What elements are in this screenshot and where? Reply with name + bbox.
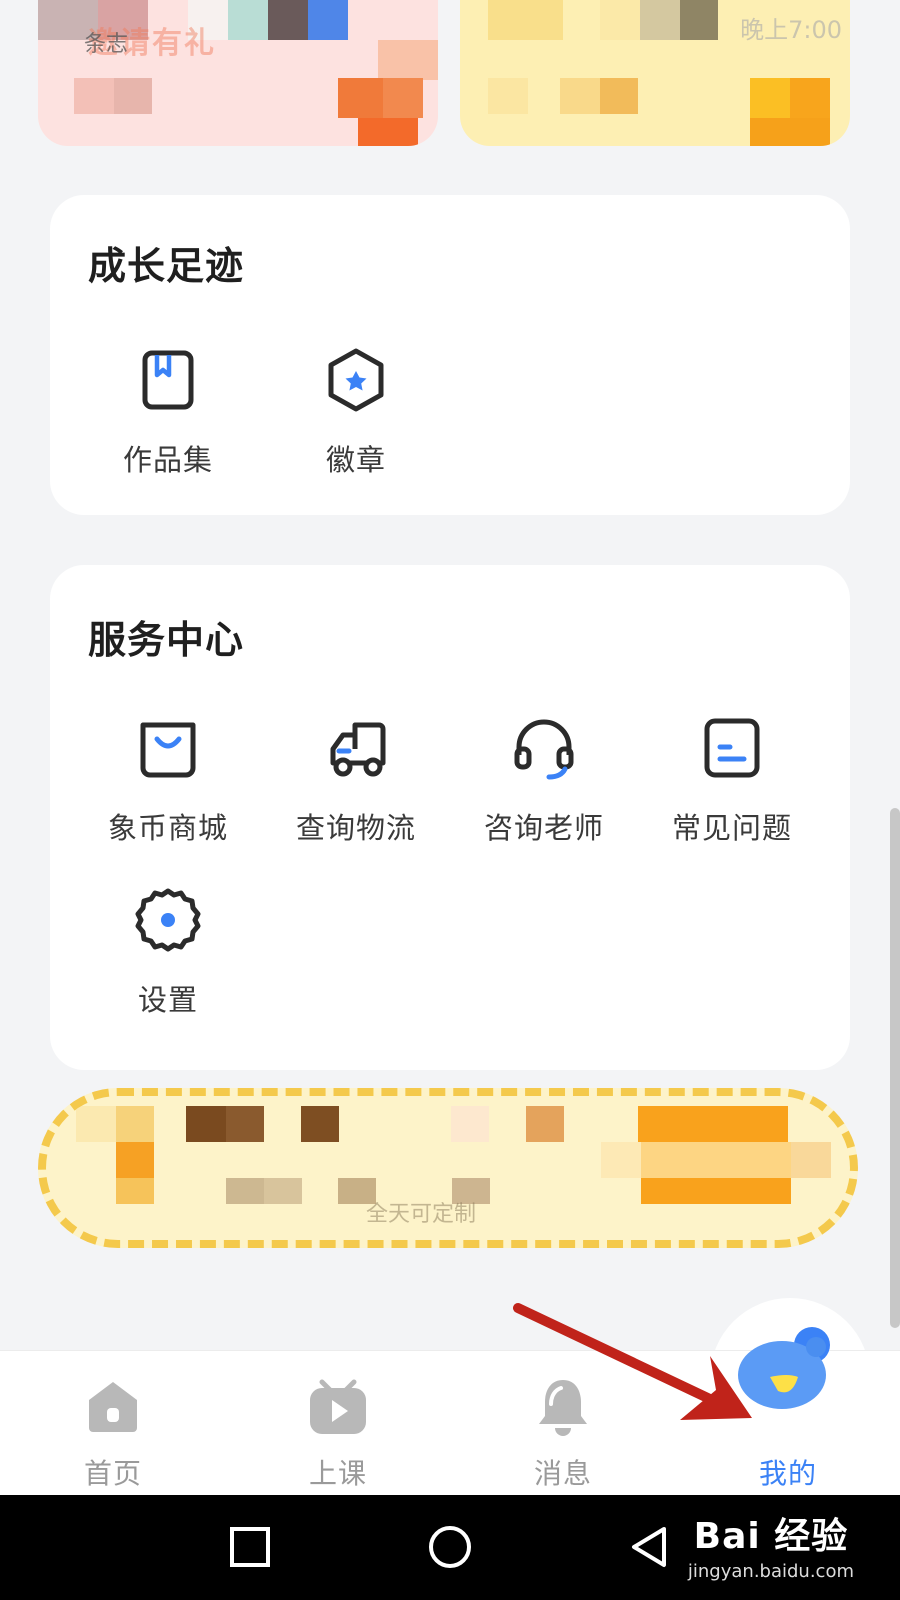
recent-apps-icon[interactable] bbox=[220, 1517, 280, 1577]
growth-card: 成长足迹 作品集 徽章 bbox=[50, 195, 850, 515]
bell-icon bbox=[539, 1380, 587, 1436]
tab-mine-label: 我的 bbox=[758, 1457, 817, 1490]
badge-label: 徽章 bbox=[325, 443, 386, 477]
faq-entry[interactable]: 常见问题 bbox=[638, 713, 826, 863]
service-card-title: 服务中心 bbox=[88, 618, 245, 662]
tab-class-label: 上课 bbox=[308, 1457, 367, 1490]
mascot-icon bbox=[738, 1327, 830, 1409]
home-icon bbox=[89, 1382, 137, 1432]
portfolio-entry[interactable]: 作品集 bbox=[74, 345, 262, 495]
watermark-sub: jingyan.baidu.com bbox=[687, 1561, 854, 1582]
consult-teacher-entry[interactable]: 咨询老师 bbox=[450, 713, 638, 863]
promo-top-banner-time: 晚上7:00 bbox=[740, 16, 842, 44]
tab-messages-label: 消息 bbox=[533, 1457, 592, 1490]
coin-mall-entry[interactable]: 象币商城 bbox=[74, 713, 262, 863]
baidu-jingyan-watermark: Bai 经验 jingyan.baidu.com bbox=[688, 1507, 854, 1582]
logistics-label: 查询物流 bbox=[295, 811, 416, 845]
faq-label: 常见问题 bbox=[671, 811, 792, 845]
coin-mall-label: 象币商城 bbox=[107, 811, 228, 845]
home-circle-icon[interactable] bbox=[420, 1517, 480, 1577]
badge-entry[interactable]: 徽章 bbox=[262, 345, 450, 495]
system-nav-bar: Bai 经验 jingyan.baidu.com bbox=[0, 1495, 900, 1600]
tab-home-label: 首页 bbox=[83, 1457, 142, 1490]
promo-top-banner[interactable]: 晚上7:00 bbox=[460, 0, 850, 146]
headset-icon bbox=[514, 719, 574, 780]
class-play-icon bbox=[310, 1379, 366, 1434]
portfolio-icon bbox=[142, 350, 194, 410]
tab-messages[interactable]: 消息 bbox=[478, 1362, 648, 1492]
watermark-main: Bai 经验 bbox=[693, 1516, 849, 1557]
promo-banner-text: 全天可定制 bbox=[366, 1202, 477, 1227]
settings-entry[interactable]: 设置 bbox=[74, 885, 262, 1035]
tab-home[interactable]: 首页 bbox=[28, 1362, 198, 1492]
badge-icon bbox=[328, 348, 384, 412]
logistics-entry[interactable]: 查询物流 bbox=[262, 713, 450, 863]
service-card: 服务中心 象币商城 查询物流 咨询老师 常见问题 设置 bbox=[50, 565, 850, 1070]
faq-document-icon bbox=[704, 718, 760, 778]
delivery-truck-icon bbox=[330, 722, 386, 777]
settings-gear-icon bbox=[135, 888, 201, 952]
scrollbar[interactable] bbox=[890, 808, 900, 1328]
growth-card-title: 成长足迹 bbox=[88, 244, 245, 288]
portfolio-label: 作品集 bbox=[122, 443, 213, 477]
invite-banner[interactable]: 邀请有礼 条志 bbox=[38, 0, 438, 146]
consult-teacher-label: 咨询老师 bbox=[483, 811, 604, 845]
shopping-bag-icon bbox=[140, 722, 196, 778]
tab-class[interactable]: 上课 bbox=[253, 1362, 423, 1492]
invite-banner-label: 条志 bbox=[84, 32, 129, 57]
promo-banner[interactable]: 全天可定制 bbox=[38, 1088, 858, 1248]
back-triangle-icon[interactable] bbox=[620, 1517, 680, 1577]
settings-label: 设置 bbox=[137, 983, 198, 1017]
